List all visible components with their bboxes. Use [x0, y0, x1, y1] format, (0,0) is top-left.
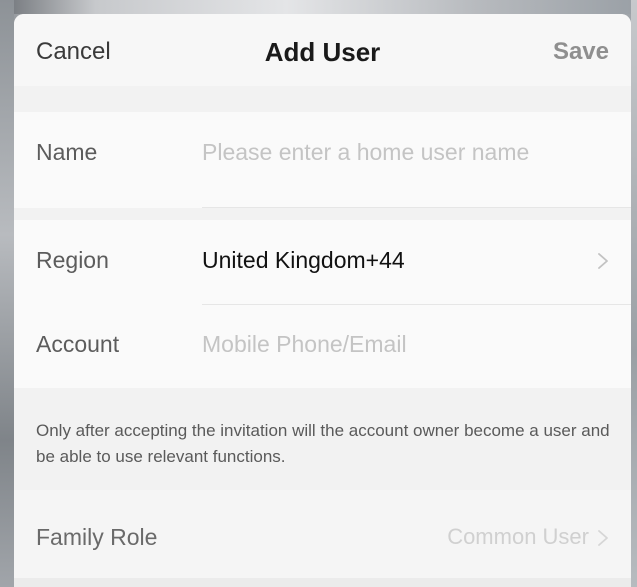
invitation-note: Only after accepting the invitation will…: [14, 400, 631, 490]
region-row[interactable]: Region United Kingdom+44: [14, 220, 631, 304]
page-title: Add User: [264, 37, 381, 67]
sheet-header: Cancel Add User Save: [14, 14, 631, 86]
chevron-right-icon: [598, 253, 608, 269]
save-button[interactable]: Save: [553, 38, 609, 66]
bottom-spacer: [14, 578, 631, 587]
add-user-sheet: Cancel Add User Save Name Region United …: [14, 14, 631, 587]
background-backdrop-left: [0, 0, 14, 587]
background-backdrop-right: [631, 0, 637, 587]
name-row[interactable]: Name: [14, 112, 631, 196]
account-value: [202, 331, 592, 358]
background-backdrop-top: [0, 0, 637, 14]
account-label: Account: [36, 331, 120, 357]
name-divider: [202, 207, 631, 208]
region-value: United Kingdom+44: [202, 247, 405, 273]
name-value: [202, 139, 592, 166]
account-row[interactable]: Account: [14, 304, 631, 388]
family-role-label: Family Role: [36, 524, 158, 550]
name-input[interactable]: [202, 139, 592, 166]
invitation-note-text: Only after accepting the invitation will…: [36, 421, 610, 466]
family-role-row[interactable]: Family Role Common User: [14, 490, 631, 578]
chevron-right-icon: [598, 530, 608, 546]
account-input[interactable]: [202, 331, 592, 358]
name-label: Name: [36, 139, 98, 165]
contact-group: Region United Kingdom+44 Account: [14, 220, 631, 388]
name-group: Name: [14, 112, 631, 208]
region-label: Region: [36, 247, 109, 273]
family-role-value: Common User: [447, 524, 589, 549]
